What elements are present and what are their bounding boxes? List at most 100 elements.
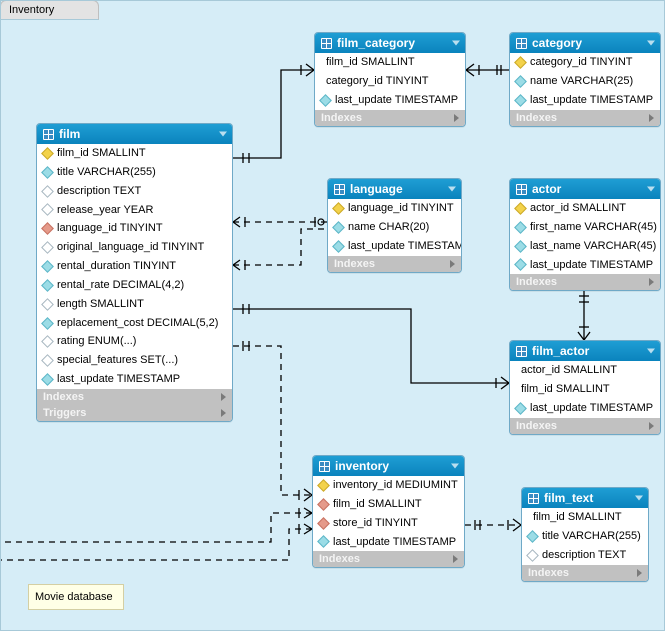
table-column[interactable]: inventory_id MEDIUMINT (313, 476, 464, 495)
nullable-icon (41, 298, 54, 311)
collapse-icon[interactable] (219, 132, 227, 137)
table-column[interactable]: last_update TIMESTAMP (510, 256, 660, 275)
table-header[interactable]: film_category (315, 33, 465, 53)
collapse-icon[interactable] (635, 496, 643, 501)
table-column[interactable]: film_id SMALLINT (522, 508, 648, 527)
table-column[interactable]: name CHAR(20) (328, 218, 461, 237)
table-column[interactable]: rental_rate DECIMAL(4,2) (37, 276, 232, 295)
table-title: language (350, 182, 403, 196)
table-icon (321, 38, 332, 49)
table-column[interactable]: category_id TINYINT (510, 53, 660, 72)
table-column[interactable]: film_id SMALLINT (315, 53, 465, 72)
table-column[interactable]: description TEXT (522, 546, 648, 565)
table-columns: actor_id SMALLINTfilm_id SMALLINTlast_up… (510, 361, 660, 418)
collapse-icon[interactable] (452, 41, 460, 46)
expand-icon[interactable] (221, 409, 226, 417)
table-columns: category_id TINYINT name VARCHAR(25)last_… (510, 53, 660, 110)
table-film_category[interactable]: film_categoryfilm_id SMALLINTcategory_id… (314, 32, 466, 127)
collapse-icon[interactable] (448, 187, 456, 192)
column-icon (514, 221, 527, 234)
collapse-icon[interactable] (451, 464, 459, 469)
table-header[interactable]: inventory (313, 456, 464, 476)
table-column[interactable]: first_name VARCHAR(45) (510, 218, 660, 237)
table-column[interactable]: title VARCHAR(255) (37, 163, 232, 182)
column-icon (514, 240, 527, 253)
nullable-icon (41, 354, 54, 367)
table-column[interactable]: last_update TIMESTAMP (37, 370, 232, 389)
expand-icon[interactable] (649, 422, 654, 430)
note-movie-database: Movie database (28, 584, 124, 610)
table-column[interactable]: release_year YEAR (37, 201, 232, 220)
collapse-icon[interactable] (647, 41, 655, 46)
table-header[interactable]: film (37, 124, 232, 144)
table-header[interactable]: category (510, 33, 660, 53)
table-column[interactable]: last_update TIMESTAMP (328, 237, 461, 256)
expand-icon[interactable] (454, 114, 459, 122)
table-header[interactable]: actor (510, 179, 660, 199)
table-column[interactable]: store_id TINYINT (313, 514, 464, 533)
table-column[interactable]: last_update TIMESTAMP (510, 399, 660, 418)
table-column[interactable]: film_id SMALLINT (37, 144, 232, 163)
table-column[interactable]: last_update TIMESTAMP (313, 533, 464, 552)
section-indexes[interactable]: Indexes (315, 110, 465, 126)
column-label: replacement_cost DECIMAL(5,2) (57, 316, 218, 331)
table-column[interactable]: actor_id SMALLINT (510, 361, 660, 380)
table-column[interactable]: replacement_cost DECIMAL(5,2) (37, 314, 232, 333)
column-label: description TEXT (542, 548, 626, 563)
collapse-icon[interactable] (647, 187, 655, 192)
foreign-key-icon (317, 498, 330, 511)
column-label: actor_id SMALLINT (530, 201, 626, 216)
table-category[interactable]: category category_id TINYINT name VARCHAR(… (509, 32, 661, 127)
table-column[interactable]: language_id TINYINT (37, 219, 232, 238)
section-indexes[interactable]: Indexes (510, 110, 660, 126)
section-indexes[interactable]: Indexes (37, 389, 232, 405)
table-column[interactable]: rental_duration TINYINT (37, 257, 232, 276)
table-icon (516, 346, 527, 357)
table-column[interactable]: last_update TIMESTAMP (510, 91, 660, 110)
table-column[interactable]: title VARCHAR(255) (522, 527, 648, 546)
table-inventory[interactable]: inventoryinventory_id MEDIUMINTfilm_id S… (312, 455, 465, 568)
expand-icon[interactable] (649, 278, 654, 286)
section-triggers[interactable]: Triggers (37, 405, 232, 421)
column-label: release_year YEAR (57, 203, 153, 218)
expand-icon[interactable] (221, 393, 226, 401)
table-header[interactable]: language (328, 179, 461, 199)
table-column[interactable]: film_id SMALLINT (313, 495, 464, 514)
column-label: original_language_id TINYINT (57, 240, 204, 255)
inventory-tab[interactable]: Inventory (0, 0, 99, 20)
section-indexes[interactable]: Indexes (522, 565, 648, 581)
table-header[interactable]: film_text (522, 488, 648, 508)
expand-icon[interactable] (637, 569, 642, 577)
table-column[interactable]: film_id SMALLINT (510, 380, 660, 399)
table-column[interactable]: description TEXT (37, 182, 232, 201)
table-icon (43, 129, 54, 140)
table-column[interactable]: name VARCHAR(25) (510, 72, 660, 91)
expand-icon[interactable] (450, 260, 455, 268)
table-film_text[interactable]: film_textfilm_id SMALLINTtitle VARCHAR(2… (521, 487, 649, 582)
section-indexes[interactable]: Indexes (313, 551, 464, 567)
table-film_actor[interactable]: film_actoractor_id SMALLINTfilm_id SMALL… (509, 340, 661, 435)
table-column[interactable]: category_id TINYINT (315, 72, 465, 91)
table-header[interactable]: film_actor (510, 341, 660, 361)
section-indexes[interactable]: Indexes (510, 274, 660, 290)
column-label: rating ENUM(...) (57, 334, 136, 349)
table-column[interactable]: length SMALLINT (37, 295, 232, 314)
expand-icon[interactable] (649, 114, 654, 122)
section-label: Indexes (43, 391, 84, 403)
expand-icon[interactable] (453, 555, 458, 563)
table-column[interactable]: rating ENUM(...) (37, 332, 232, 351)
table-film[interactable]: filmfilm_id SMALLINTtitle VARCHAR(255)de… (36, 123, 233, 422)
table-column[interactable]: last_name VARCHAR(45) (510, 237, 660, 256)
collapse-icon[interactable] (647, 349, 655, 354)
column-label: category_id TINYINT (530, 55, 633, 70)
table-column[interactable]: special_features SET(...) (37, 351, 232, 370)
table-actor[interactable]: actor actor_id SMALLINT first_name VARCHAR… (509, 178, 661, 291)
table-column[interactable]: last_update TIMESTAMP (315, 91, 465, 110)
table-language[interactable]: language language_id TINYINTname CHAR(20)… (327, 178, 462, 273)
table-column[interactable]: actor_id SMALLINT (510, 199, 660, 218)
column-label: last_update TIMESTAMP (530, 258, 653, 273)
section-indexes[interactable]: Indexes (328, 256, 461, 272)
table-column[interactable]: original_language_id TINYINT (37, 238, 232, 257)
table-column[interactable]: language_id TINYINT (328, 199, 461, 218)
section-indexes[interactable]: Indexes (510, 418, 660, 434)
